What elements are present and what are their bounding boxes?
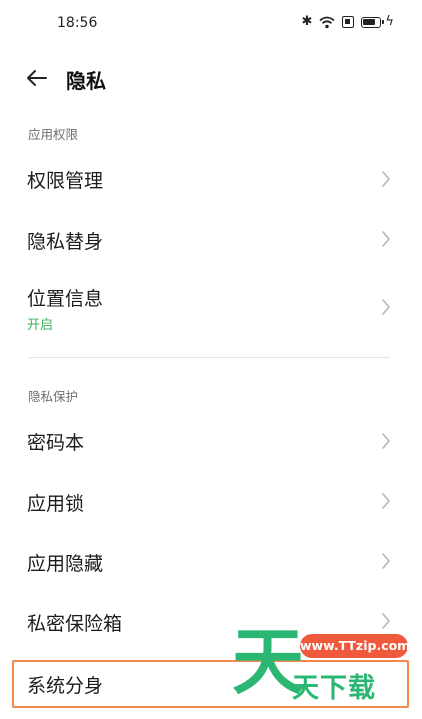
row-location-info[interactable]: 位置信息 开启 [0,278,422,338]
battery-icon [361,16,385,28]
section-divider [28,357,390,358]
watermark-logo: 天 www.TTzip.com 天下载 [230,622,415,708]
status-bar: 18:56 ✱ ϟ [0,0,422,48]
bluetooth-icon: ✱ [301,14,313,29]
row-label: 私密保险箱 [27,613,123,635]
chevron-right-icon [382,231,390,247]
row-app-lock[interactable]: 应用锁 [0,480,422,522]
charging-icon: ϟ [385,14,394,29]
chevron-right-icon [382,433,390,449]
location-status: 开启 [27,318,54,333]
row-app-hide[interactable]: 应用隐藏 [0,540,422,582]
row-label: 密码本 [27,432,85,454]
section-label-app-permissions: 应用权限 [28,127,79,142]
row-privacy-substitute[interactable]: 隐私替身 [0,218,422,260]
sim-icon [342,16,355,28]
chevron-right-icon [382,171,390,187]
row-permission-management[interactable]: 权限管理 [0,158,422,200]
chevron-right-icon [382,493,390,509]
row-label: 隐私替身 [27,231,104,253]
row-label: 应用锁 [27,493,85,515]
row-password-book[interactable]: 密码本 [0,420,422,462]
back-arrow-icon[interactable] [22,63,52,93]
section-label-privacy-protection: 隐私保护 [28,389,79,404]
status-time: 18:56 [57,15,98,31]
chevron-right-icon [382,299,390,315]
status-icons: ✱ ϟ [302,14,394,30]
page-title: 隐私 [66,69,106,93]
row-label: 权限管理 [27,170,104,192]
header: 隐私 [0,60,422,96]
row-label: 位置信息 [27,288,104,310]
watermark-text: 天下载 [292,673,376,704]
watermark-url: www.TTzip.com [300,634,410,658]
wifi-icon [319,16,336,28]
chevron-right-icon [382,553,390,569]
row-label: 应用隐藏 [27,553,104,575]
